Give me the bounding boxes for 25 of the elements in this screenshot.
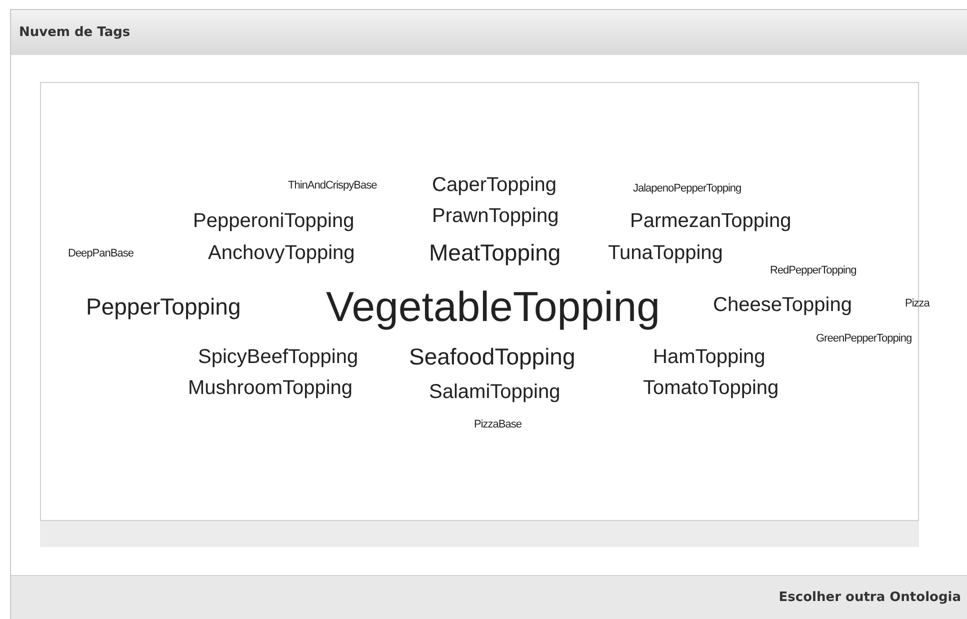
choose-ontology-link[interactable]: Escolher outra Ontologia — [778, 588, 961, 608]
tag-link[interactable]: MushroomTopping — [188, 378, 353, 398]
tag-link[interactable]: ParmezanTopping — [630, 211, 792, 231]
panel-title: Nuvem de Tags — [19, 24, 130, 42]
tag-link[interactable]: PepperTopping — [86, 296, 241, 318]
tag-link[interactable]: DeepPanBase — [68, 248, 134, 260]
tag-link[interactable]: CaperTopping — [432, 175, 557, 195]
tag-link[interactable]: CheeseTopping — [713, 295, 852, 315]
tag-link[interactable]: JalapenoPepperTopping — [633, 184, 742, 194]
tag-link[interactable]: GreenPepperTopping — [816, 334, 912, 344]
tag-link[interactable]: Pizza — [905, 298, 930, 310]
tag-link[interactable]: TunaTopping — [608, 243, 723, 263]
tag-link[interactable]: PrawnTopping — [432, 206, 559, 226]
tag-link[interactable]: PizzaBase — [474, 420, 522, 430]
tag-link[interactable]: PepperoniTopping — [193, 211, 354, 231]
tag-link[interactable]: TomatoTopping — [643, 378, 779, 398]
tag-link[interactable]: VegetableTopping — [326, 286, 660, 328]
tag-link[interactable]: RedPepperTopping — [770, 266, 856, 276]
tag-link[interactable]: ThinAndCrispyBase — [288, 180, 377, 192]
tag-link[interactable]: SalamiTopping — [429, 382, 560, 402]
tag-link[interactable]: MeatTopping — [429, 242, 561, 264]
tag-link[interactable]: HamTopping — [653, 347, 766, 367]
tag-link[interactable]: AnchovyTopping — [208, 243, 355, 263]
tag-link[interactable]: SeafoodTopping — [409, 346, 576, 368]
tag-link[interactable]: SpicyBeefTopping — [198, 347, 358, 367]
